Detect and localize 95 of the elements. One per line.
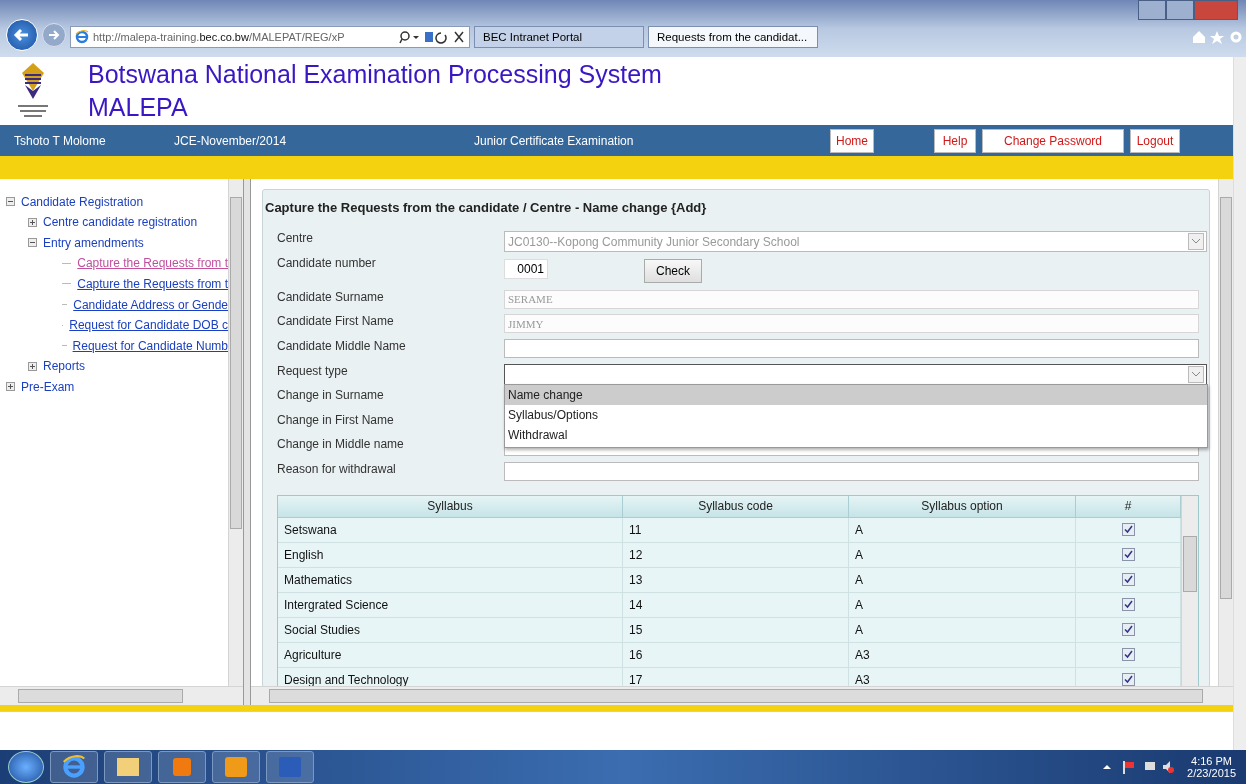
check-button[interactable]: Check: [644, 258, 702, 283]
nav-button[interactable]: Help: [934, 128, 976, 153]
start-button[interactable]: [8, 751, 44, 783]
browser-tab[interactable]: Requests from the candidat...: [648, 26, 818, 48]
browser-app-icon[interactable]: [50, 751, 98, 783]
column-header[interactable]: Syllabus: [278, 495, 623, 518]
table-cell: 16: [623, 642, 849, 667]
collapse-icon[interactable]: [6, 197, 15, 207]
table-cell: A3: [849, 642, 1076, 667]
vertical-scrollbar[interactable]: [1218, 179, 1233, 687]
checkbox[interactable]: [1121, 598, 1135, 612]
expand-icon[interactable]: [28, 361, 37, 371]
chevron-down-icon: [1188, 365, 1204, 383]
nav-button[interactable]: Change Password: [982, 128, 1124, 153]
mail-app-icon[interactable]: [212, 751, 260, 783]
field-label: Change in Middle name: [277, 437, 405, 452]
table-cell: Intergrated Science: [278, 592, 623, 617]
candidate-number-field[interactable]: 0001: [504, 258, 548, 279]
tree-item[interactable]: Centre candidate registration: [43, 215, 198, 230]
window-controls[interactable]: [1138, 0, 1238, 20]
checkbox[interactable]: [1121, 548, 1135, 562]
table-cell: A: [849, 617, 1076, 642]
form-title: Capture the Requests from the candidate / Centre - Name change {Add}: [265, 199, 708, 218]
nav-button[interactable]: Logout: [1130, 128, 1180, 153]
table-cell: 13: [623, 567, 849, 592]
table-cell: 12: [623, 542, 849, 567]
field-label: Candidate Surname: [277, 289, 385, 304]
field-label: Candidate number: [277, 255, 377, 270]
exam-label: Junior Certificate Examination: [474, 133, 635, 148]
column-header[interactable]: Syllabus option: [849, 495, 1076, 518]
text-field[interactable]: [504, 339, 1199, 359]
clock-time: 4:16 PM: [1191, 755, 1232, 767]
checkbox[interactable]: [1121, 648, 1135, 662]
dropdown-option[interactable]: Withdrawal: [505, 424, 1207, 445]
tree-link[interactable]: Capture the Requests from t: [77, 276, 228, 291]
table-cell: Social Studies: [278, 617, 623, 642]
tree-item[interactable]: Pre-Exam: [21, 379, 75, 394]
table-cell: Mathematics: [278, 567, 623, 592]
system-tray-icons[interactable]: [1101, 760, 1176, 774]
table-cell: Setswana: [278, 517, 623, 542]
tree-item[interactable]: Entry amendments: [43, 235, 144, 250]
system-subtitle: MALEPA: [88, 91, 189, 123]
expand-icon[interactable]: [6, 382, 15, 392]
dropdown-field[interactable]: [504, 363, 1207, 385]
tree-link[interactable]: Request for Candidate DOB c: [69, 318, 228, 333]
system-title: Botswana National Examination Processing System: [88, 58, 662, 90]
nav-button[interactable]: Home: [830, 128, 874, 153]
tree-item[interactable]: Reports: [43, 359, 86, 374]
vertical-scrollbar[interactable]: [228, 179, 243, 687]
field-label: Change in Surname: [277, 388, 385, 403]
browser-page-icon: [75, 30, 89, 44]
back-button[interactable]: [6, 19, 38, 51]
field-label: Candidate First Name: [277, 314, 395, 329]
table-cell: A: [849, 592, 1076, 617]
table-cell: Agriculture: [278, 642, 623, 667]
tree-item[interactable]: Candidate Registration: [21, 194, 144, 209]
field-label: Centre: [277, 231, 315, 246]
browser-tab[interactable]: BEC Intranet Portal: [474, 26, 644, 48]
url-text: http://malepa-training.bec.co.bw/MALEPAT/REG/xP: [93, 31, 346, 43]
field-label: Reason for withdrawal: [277, 462, 397, 476]
checkbox[interactable]: [1121, 623, 1135, 637]
arrow-right-icon: [47, 28, 61, 42]
vertical-scrollbar[interactable]: [1233, 57, 1246, 750]
chevron-down-icon: [1188, 233, 1204, 251]
tree-link[interactable]: Request for Candidate Numb: [72, 338, 228, 353]
horizontal-scrollbar[interactable]: [251, 686, 1233, 706]
dropdown-option[interactable]: Syllabus/Options: [505, 404, 1207, 425]
field-label: Request type: [277, 363, 349, 378]
table-cell: English: [278, 542, 623, 567]
tree-link[interactable]: Candidate Address or Gende: [73, 297, 228, 312]
session-label: JCE-November/2014: [174, 133, 288, 148]
column-header[interactable]: Syllabus code: [623, 495, 849, 518]
checkbox[interactable]: [1121, 523, 1135, 537]
clock-date: 2/23/2015: [1187, 767, 1236, 779]
text-field[interactable]: [504, 462, 1199, 481]
table-cell: 15: [623, 617, 849, 642]
vertical-scrollbar[interactable]: [1181, 495, 1198, 687]
table-cell: 11: [623, 517, 849, 542]
user-name: Tshoto T Molome: [14, 133, 107, 148]
field-label: Change in First Name: [277, 412, 395, 427]
field-label: Candidate Middle Name: [277, 339, 407, 354]
address-tools-icon[interactable]: [399, 30, 465, 44]
tree-link[interactable]: Capture the Requests from t: [77, 256, 228, 271]
table-cell: A: [849, 542, 1076, 567]
folder-app-icon[interactable]: [104, 751, 152, 783]
expand-icon[interactable]: [28, 217, 37, 227]
checkbox[interactable]: [1121, 673, 1135, 687]
table-cell: 14: [623, 592, 849, 617]
checkbox[interactable]: [1121, 573, 1135, 587]
horizontal-scrollbar[interactable]: [0, 686, 243, 706]
dropdown-option[interactable]: Name change: [505, 384, 1207, 405]
table-cell: A: [849, 517, 1076, 542]
table-cell: A: [849, 567, 1076, 592]
collapse-icon[interactable]: [28, 238, 37, 248]
address-bar[interactable]: http://malepa-training.bec.co.bw/MALEPAT/REG/xP: [70, 26, 470, 48]
